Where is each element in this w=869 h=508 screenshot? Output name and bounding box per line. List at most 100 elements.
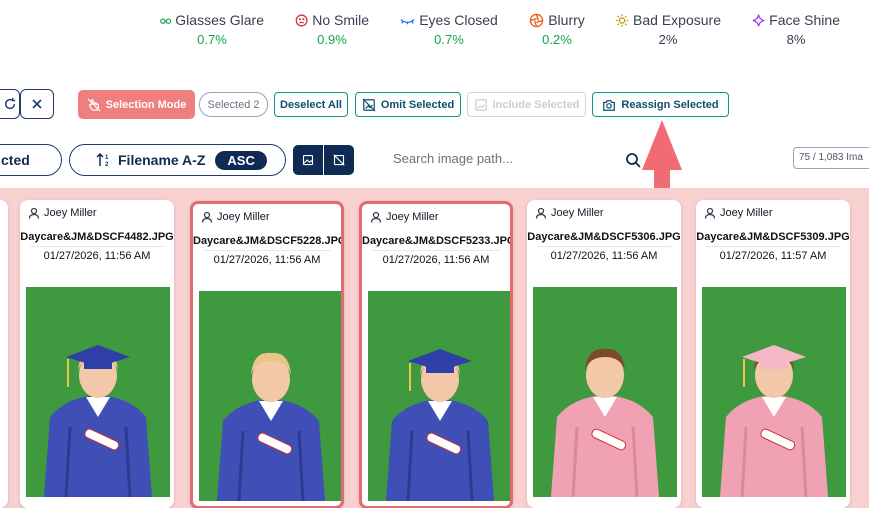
- author-name: Joey Miller: [720, 207, 773, 219]
- author-name: Joey Miller: [551, 207, 604, 219]
- image-count-badge: 75 / 1,083 Ima: [793, 147, 869, 169]
- omit-selected-button[interactable]: Omit Selected: [355, 92, 461, 117]
- stat-label: Bad Exposure: [633, 12, 721, 28]
- image-card[interactable]: Joey Miller Daycare&JM&DSCF5309.JPG 01/2…: [696, 200, 850, 508]
- portrait-image: [26, 287, 170, 497]
- stat-value: 8%: [786, 32, 806, 47]
- card-date: 01/27/2026, 11:56 AM: [550, 250, 658, 262]
- portrait-image: [533, 287, 677, 497]
- card-filename: Daycare&JM&DSCF5309.JPG: [696, 231, 850, 243]
- close-icon: [32, 99, 42, 109]
- selection-mode-button[interactable]: Selection Mode: [78, 90, 195, 119]
- close-button[interactable]: [20, 89, 54, 119]
- user-icon: [704, 207, 716, 219]
- stat-label-row: Bad Exposure: [615, 12, 721, 28]
- reassign-selected-label: Reassign Selected: [621, 98, 719, 111]
- user-icon: [370, 211, 382, 223]
- stat-blurry[interactable]: Blurry 0.2%: [527, 12, 587, 47]
- card-filename: Daycare&JM&DSCF5228.JPG: [193, 235, 341, 247]
- hide-images-toggle[interactable]: [324, 145, 354, 175]
- glasses-icon: [160, 18, 172, 24]
- stat-label: Blurry: [548, 12, 585, 28]
- image-off-icon: [362, 97, 376, 112]
- stat-face-shine[interactable]: Face Shine 8%: [752, 12, 840, 47]
- user-icon: [201, 211, 213, 223]
- search-input[interactable]: Search image path...: [393, 151, 513, 166]
- show-images-toggle[interactable]: [293, 145, 323, 175]
- deselect-all-label: Deselect All: [280, 98, 342, 111]
- author-name: Joey Miller: [386, 211, 439, 223]
- stat-value: 0.7%: [434, 32, 464, 47]
- selected-count-badge: Selected 2: [199, 92, 268, 117]
- image-card[interactable]: Joey Miller Daycare&JM&DSCF5233.JPG 01/2…: [359, 201, 513, 508]
- filter-selected-pill[interactable]: cted: [0, 144, 62, 176]
- card-author: Joey Miller: [28, 207, 97, 219]
- card-filename: Daycare&JM&DSCF5306.JPG: [527, 231, 681, 243]
- frown-icon: [295, 14, 308, 26]
- image-icon: [302, 154, 314, 166]
- refresh-icon: [4, 97, 16, 110]
- selection-mode-label: Selection Mode: [105, 98, 187, 111]
- eyes-closed-icon: [400, 18, 415, 24]
- card-photo[interactable]: [702, 287, 846, 497]
- stat-glasses-glare[interactable]: Glasses Glare 0.7%: [160, 12, 264, 47]
- image-card[interactable]: Joey Miller Daycare&JM&DSCF5306.JPG 01/2…: [527, 200, 681, 508]
- card-filename: Daycare&JM&DSCF4482.JPG: [20, 231, 174, 243]
- deselect-all-button[interactable]: Deselect All: [274, 92, 348, 117]
- include-selected-button[interactable]: Include Selected: [467, 92, 586, 117]
- card-author: Joey Miller: [704, 207, 773, 219]
- card-photo[interactable]: [26, 287, 170, 497]
- stat-label-row: Eyes Closed: [400, 12, 498, 28]
- stat-label-row: No Smile: [295, 12, 369, 28]
- sort-pill[interactable]: 12 Filename A-Z ASC: [69, 144, 286, 176]
- sort-label: Filename A-Z: [118, 152, 206, 168]
- omit-selected-label: Omit Selected: [380, 98, 455, 111]
- stat-value: 0.9%: [317, 32, 347, 47]
- stat-label: Face Shine: [769, 12, 840, 28]
- stat-no-smile[interactable]: No Smile 0.9%: [295, 12, 369, 47]
- card-photo[interactable]: [199, 291, 341, 501]
- hand-pointer-icon: [87, 97, 101, 112]
- author-name: Joey Miller: [44, 207, 97, 219]
- user-icon: [28, 207, 40, 219]
- stat-label: No Smile: [312, 12, 369, 28]
- portrait-image: [199, 291, 341, 501]
- sort-icon: 12: [96, 152, 109, 168]
- stat-value: 0.2%: [542, 32, 572, 47]
- image-card[interactable]: Joey Miller Daycare&JM&DSCF4482.JPG 01/2…: [20, 200, 174, 508]
- sun-icon: [615, 13, 629, 27]
- card-divider: [706, 246, 840, 247]
- refresh-button[interactable]: [0, 89, 20, 119]
- card-divider: [537, 246, 671, 247]
- card-filename: Daycare&JM&DSCF5233.JPG: [362, 235, 510, 247]
- app-root: Glasses Glare 0.7% No Smile 0.9% Eyes Cl…: [0, 0, 869, 508]
- stat-label: Glasses Glare: [175, 12, 264, 28]
- image-card[interactable]: Joey Miller Daycare&JM&DSCF5228.JPG 01/2…: [190, 201, 344, 508]
- card-author: Joey Miller: [370, 211, 439, 223]
- user-icon: [535, 207, 547, 219]
- card-author: Joey Miller: [535, 207, 604, 219]
- sparkle-icon: [752, 14, 765, 26]
- stat-label-row: Face Shine: [752, 12, 840, 28]
- reassign-selected-button[interactable]: Reassign Selected: [592, 92, 729, 117]
- card-author: Joey Miller: [201, 211, 270, 223]
- card-divider: [30, 246, 164, 247]
- stat-value: 0.7%: [197, 32, 227, 47]
- card-photo[interactable]: [368, 291, 510, 501]
- portrait-image: [368, 291, 510, 501]
- include-selected-label: Include Selected: [492, 98, 580, 111]
- filter-selected-label: cted: [1, 152, 30, 168]
- card-photo[interactable]: [533, 287, 677, 497]
- image-card-partial[interactable]: [0, 200, 8, 508]
- sort-direction-badge[interactable]: ASC: [215, 150, 267, 170]
- search-icon[interactable]: [625, 152, 641, 168]
- stat-label: Eyes Closed: [419, 12, 498, 28]
- card-date: 01/27/2026, 11:56 AM: [382, 254, 490, 266]
- stat-value: 2%: [658, 32, 678, 47]
- image-off-icon: [333, 154, 345, 166]
- svg-text:1: 1: [105, 155, 109, 161]
- stat-eyes-closed[interactable]: Eyes Closed 0.7%: [400, 12, 498, 47]
- author-name: Joey Miller: [217, 211, 270, 223]
- card-date: 01/27/2026, 11:56 AM: [213, 254, 321, 266]
- stat-bad-exposure[interactable]: Bad Exposure 2%: [615, 12, 721, 47]
